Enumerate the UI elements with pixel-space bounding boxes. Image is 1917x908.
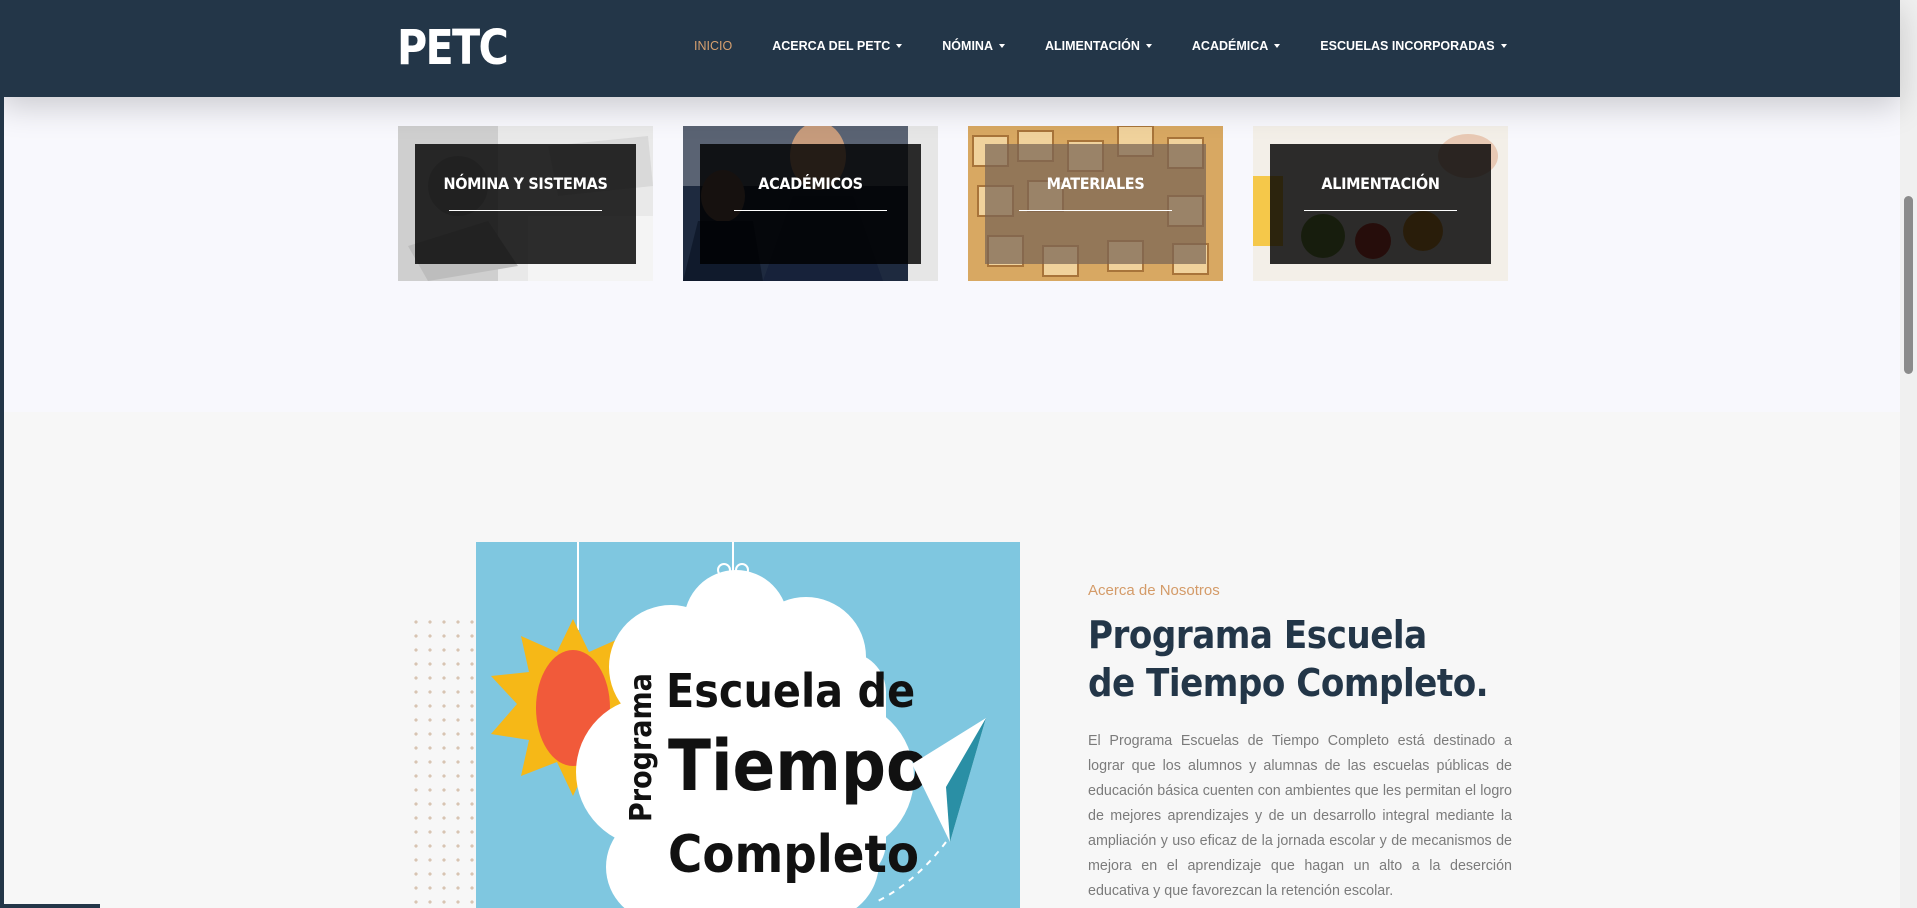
banner-text-programa: Programa xyxy=(624,673,659,822)
nav-item-acerca[interactable]: ACERCA DEL PETC xyxy=(772,39,903,53)
main-nav: INICIO ACERCA DEL PETC NÓMINA ALIMENTACI… xyxy=(694,39,1547,53)
banner-text-tiempo: Tiempo xyxy=(668,725,929,807)
bottom-edge xyxy=(0,904,100,908)
card-divider xyxy=(734,210,887,211)
card-overlay: ALIMENTACIÓN xyxy=(1270,144,1491,264)
nav-label: ACADÉMICA xyxy=(1191,39,1269,53)
caret-down-icon xyxy=(1500,44,1507,48)
site-logo[interactable]: PETC xyxy=(397,18,509,78)
nav-label: INICIO xyxy=(694,39,733,53)
card-nomina-sistemas[interactable]: NÓMINA Y SISTEMAS xyxy=(398,126,653,281)
card-overlay: ACADÉMICOS xyxy=(700,144,921,264)
page-edge xyxy=(0,0,4,908)
about-content: Acerca de Nosotros Programa Escuela de T… xyxy=(1088,582,1512,904)
about-eyebrow: Acerca de Nosotros xyxy=(1088,582,1220,599)
card-alimentacion[interactable]: ALIMENTACIÓN xyxy=(1253,126,1508,281)
about-title: Programa Escuela de Tiempo Completo. xyxy=(1088,611,1512,707)
caret-down-icon xyxy=(1145,44,1152,48)
scrollbar-thumb[interactable] xyxy=(1904,196,1913,374)
card-title: ALIMENTACIÓN xyxy=(1321,174,1440,193)
scrollbar[interactable] xyxy=(1900,0,1917,908)
nav-item-nomina[interactable]: NÓMINA xyxy=(942,39,1005,53)
card-title: NÓMINA Y SISTEMAS xyxy=(443,174,608,193)
caret-down-icon xyxy=(998,44,1005,48)
nav-label: ALIMENTACIÓN xyxy=(1044,39,1140,53)
card-academicos[interactable]: ACADÉMICOS xyxy=(683,126,938,281)
program-banner-image: Programa Escuela de Tiempo Completo xyxy=(476,542,1020,908)
card-title: MATERIALES xyxy=(1046,174,1145,193)
nav-item-inicio[interactable]: INICIO xyxy=(694,39,732,53)
nav-label: ACERCA DEL PETC xyxy=(772,39,891,53)
about-title-line2: de Tiempo Completo. xyxy=(1088,661,1489,705)
nav-item-academica[interactable]: ACADÉMICA xyxy=(1191,39,1281,53)
card-materiales[interactable]: MATERIALES xyxy=(968,126,1223,281)
dot-pattern xyxy=(409,615,479,908)
services-section: NÓMINA Y SISTEMAS ACADÉMICOS MATERIALES … xyxy=(4,97,1900,412)
nav-item-alimentacion[interactable]: ALIMENTACIÓN xyxy=(1045,39,1152,53)
nav-label: ESCUELAS INCORPORADAS xyxy=(1320,39,1495,53)
caret-down-icon xyxy=(896,44,903,48)
program-illustration: Programa Escuela de Tiempo Completo xyxy=(476,542,1020,908)
card-title: ACADÉMICOS xyxy=(758,174,863,193)
top-navbar: PETC INICIO ACERCA DEL PETC NÓMINA ALIME… xyxy=(0,0,1900,97)
card-overlay: MATERIALES xyxy=(985,144,1206,264)
about-description: El Programa Escuelas de Tiempo Completo … xyxy=(1088,733,1512,899)
nav-label: NÓMINA xyxy=(942,39,993,53)
about-section: Programa Escuela de Tiempo Completo Acer… xyxy=(4,412,1900,908)
card-overlay: NÓMINA Y SISTEMAS xyxy=(415,144,636,264)
card-divider xyxy=(1019,210,1172,211)
card-divider xyxy=(1304,210,1457,211)
card-divider xyxy=(449,210,602,211)
banner-text-escuela: Escuela de xyxy=(666,664,915,718)
about-title-line1: Programa Escuela xyxy=(1088,613,1427,657)
nav-item-escuelas[interactable]: ESCUELAS INCORPORADAS xyxy=(1320,39,1507,53)
banner-text-completo: Completo xyxy=(668,825,919,885)
caret-down-icon xyxy=(1274,44,1281,48)
